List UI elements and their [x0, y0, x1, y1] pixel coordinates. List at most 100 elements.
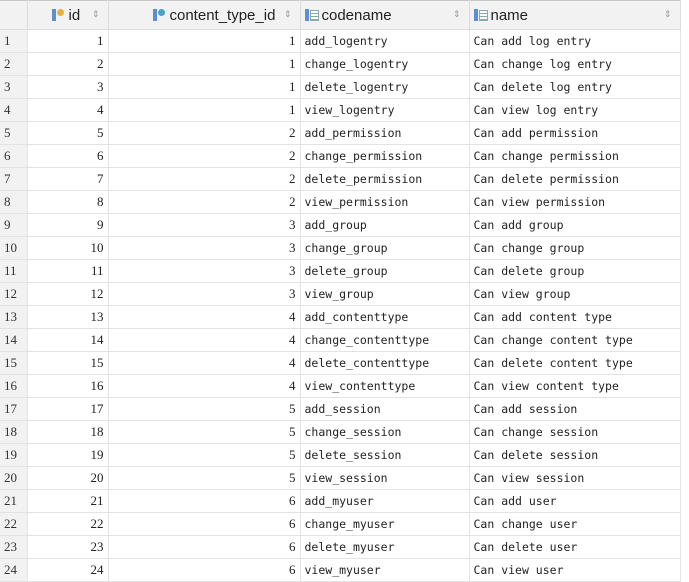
cell-codename[interactable]: delete_myuser: [300, 535, 470, 559]
table-row[interactable]: 24 24 6 view_myuser Can view user: [0, 558, 681, 582]
cell-codename[interactable]: change_logentry: [300, 52, 470, 76]
cell-codename[interactable]: delete_contenttype: [300, 351, 470, 375]
cell-id[interactable]: 11: [27, 259, 109, 283]
cell-content-type-id[interactable]: 5: [108, 397, 301, 421]
cell-codename[interactable]: change_myuser: [300, 512, 470, 536]
cell-content-type-id[interactable]: 5: [108, 443, 301, 467]
cell-id[interactable]: 15: [27, 351, 109, 375]
table-row[interactable]: 16 16 4 view_contenttype Can view content ty…: [0, 374, 681, 398]
cell-codename[interactable]: add_contenttype: [300, 305, 470, 329]
table-row[interactable]: 18 18 5 change_session Can change session: [0, 420, 681, 444]
cell-content-type-id[interactable]: 3: [108, 236, 301, 260]
table-row[interactable]: 20 20 5 view_session Can view session: [0, 466, 681, 490]
column-header-id[interactable]: id ⇕: [27, 0, 109, 30]
cell-content-type-id[interactable]: 5: [108, 420, 301, 444]
cell-id[interactable]: 5: [27, 121, 109, 145]
sort-icon[interactable]: ⇕: [284, 9, 292, 20]
table-row[interactable]: 14 14 4 change_contenttype Can change conten…: [0, 328, 681, 352]
cell-content-type-id[interactable]: 3: [108, 282, 301, 306]
cell-codename[interactable]: view_contenttype: [300, 374, 470, 398]
cell-name[interactable]: Can change group: [469, 236, 681, 260]
cell-content-type-id[interactable]: 2: [108, 144, 301, 168]
cell-name[interactable]: Can view user: [469, 558, 681, 582]
cell-name[interactable]: Can view content type: [469, 374, 681, 398]
cell-name[interactable]: Can add log entry: [469, 29, 681, 53]
table-row[interactable]: 4 4 1 view_logentry Can view log entry: [0, 98, 681, 122]
sort-icon[interactable]: ⇕: [453, 9, 461, 20]
cell-name[interactable]: Can change user: [469, 512, 681, 536]
cell-id[interactable]: 9: [27, 213, 109, 237]
table-row[interactable]: 10 10 3 change_group Can change group: [0, 236, 681, 260]
cell-name[interactable]: Can delete session: [469, 443, 681, 467]
cell-name[interactable]: Can add content type: [469, 305, 681, 329]
table-row[interactable]: 2 2 1 change_logentry Can change log entry: [0, 52, 681, 76]
cell-name[interactable]: Can change permission: [469, 144, 681, 168]
cell-id[interactable]: 10: [27, 236, 109, 260]
cell-codename[interactable]: change_permission: [300, 144, 470, 168]
cell-content-type-id[interactable]: 4: [108, 305, 301, 329]
cell-id[interactable]: 14: [27, 328, 109, 352]
cell-codename[interactable]: change_group: [300, 236, 470, 260]
table-row[interactable]: 23 23 6 delete_myuser Can delete user: [0, 535, 681, 559]
cell-content-type-id[interactable]: 4: [108, 374, 301, 398]
cell-name[interactable]: Can view permission: [469, 190, 681, 214]
cell-codename[interactable]: add_logentry: [300, 29, 470, 53]
cell-content-type-id[interactable]: 6: [108, 512, 301, 536]
cell-codename[interactable]: delete_group: [300, 259, 470, 283]
table-row[interactable]: 21 21 6 add_myuser Can add user: [0, 489, 681, 513]
cell-content-type-id[interactable]: 1: [108, 52, 301, 76]
table-row[interactable]: 13 13 4 add_contenttype Can add content type: [0, 305, 681, 329]
cell-id[interactable]: 22: [27, 512, 109, 536]
cell-codename[interactable]: delete_session: [300, 443, 470, 467]
cell-name[interactable]: Can view group: [469, 282, 681, 306]
table-row[interactable]: 12 12 3 view_group Can view group: [0, 282, 681, 306]
cell-id[interactable]: 16: [27, 374, 109, 398]
table-row[interactable]: 9 9 3 add_group Can add group: [0, 213, 681, 237]
cell-codename[interactable]: view_group: [300, 282, 470, 306]
cell-name[interactable]: Can delete user: [469, 535, 681, 559]
table-row[interactable]: 8 8 2 view_permission Can view permission: [0, 190, 681, 214]
cell-codename[interactable]: view_permission: [300, 190, 470, 214]
cell-name[interactable]: Can delete log entry: [469, 75, 681, 99]
table-row[interactable]: 19 19 5 delete_session Can delete session: [0, 443, 681, 467]
cell-id[interactable]: 23: [27, 535, 109, 559]
cell-id[interactable]: 6: [27, 144, 109, 168]
column-header-codename[interactable]: codename ⇕: [300, 0, 470, 30]
cell-id[interactable]: 1: [27, 29, 109, 53]
cell-content-type-id[interactable]: 5: [108, 466, 301, 490]
cell-codename[interactable]: view_myuser: [300, 558, 470, 582]
table-row[interactable]: 3 3 1 delete_logentry Can delete log entry: [0, 75, 681, 99]
cell-content-type-id[interactable]: 3: [108, 213, 301, 237]
cell-name[interactable]: Can add group: [469, 213, 681, 237]
cell-name[interactable]: Can view session: [469, 466, 681, 490]
cell-name[interactable]: Can change log entry: [469, 52, 681, 76]
cell-codename[interactable]: change_session: [300, 420, 470, 444]
cell-id[interactable]: 8: [27, 190, 109, 214]
table-row[interactable]: 11 11 3 delete_group Can delete group: [0, 259, 681, 283]
cell-content-type-id[interactable]: 2: [108, 167, 301, 191]
cell-name[interactable]: Can add session: [469, 397, 681, 421]
cell-name[interactable]: Can view log entry: [469, 98, 681, 122]
cell-id[interactable]: 20: [27, 466, 109, 490]
cell-codename[interactable]: add_myuser: [300, 489, 470, 513]
cell-id[interactable]: 24: [27, 558, 109, 582]
cell-name[interactable]: Can change session: [469, 420, 681, 444]
cell-id[interactable]: 3: [27, 75, 109, 99]
cell-name[interactable]: Can change content type: [469, 328, 681, 352]
cell-content-type-id[interactable]: 4: [108, 328, 301, 352]
cell-content-type-id[interactable]: 6: [108, 535, 301, 559]
cell-name[interactable]: Can delete group: [469, 259, 681, 283]
cell-codename[interactable]: add_permission: [300, 121, 470, 145]
cell-codename[interactable]: change_contenttype: [300, 328, 470, 352]
table-row[interactable]: 22 22 6 change_myuser Can change user: [0, 512, 681, 536]
table-row[interactable]: 1 1 1 add_logentry Can add log entry: [0, 29, 681, 53]
cell-id[interactable]: 12: [27, 282, 109, 306]
table-row[interactable]: 6 6 2 change_permission Can change permissio…: [0, 144, 681, 168]
cell-content-type-id[interactable]: 3: [108, 259, 301, 283]
cell-name[interactable]: Can add user: [469, 489, 681, 513]
cell-id[interactable]: 21: [27, 489, 109, 513]
cell-id[interactable]: 7: [27, 167, 109, 191]
table-row[interactable]: 7 7 2 delete_permission Can delete permissio…: [0, 167, 681, 191]
table-row[interactable]: 15 15 4 delete_contenttype Can delete conten…: [0, 351, 681, 375]
table-row[interactable]: 17 17 5 add_session Can add session: [0, 397, 681, 421]
